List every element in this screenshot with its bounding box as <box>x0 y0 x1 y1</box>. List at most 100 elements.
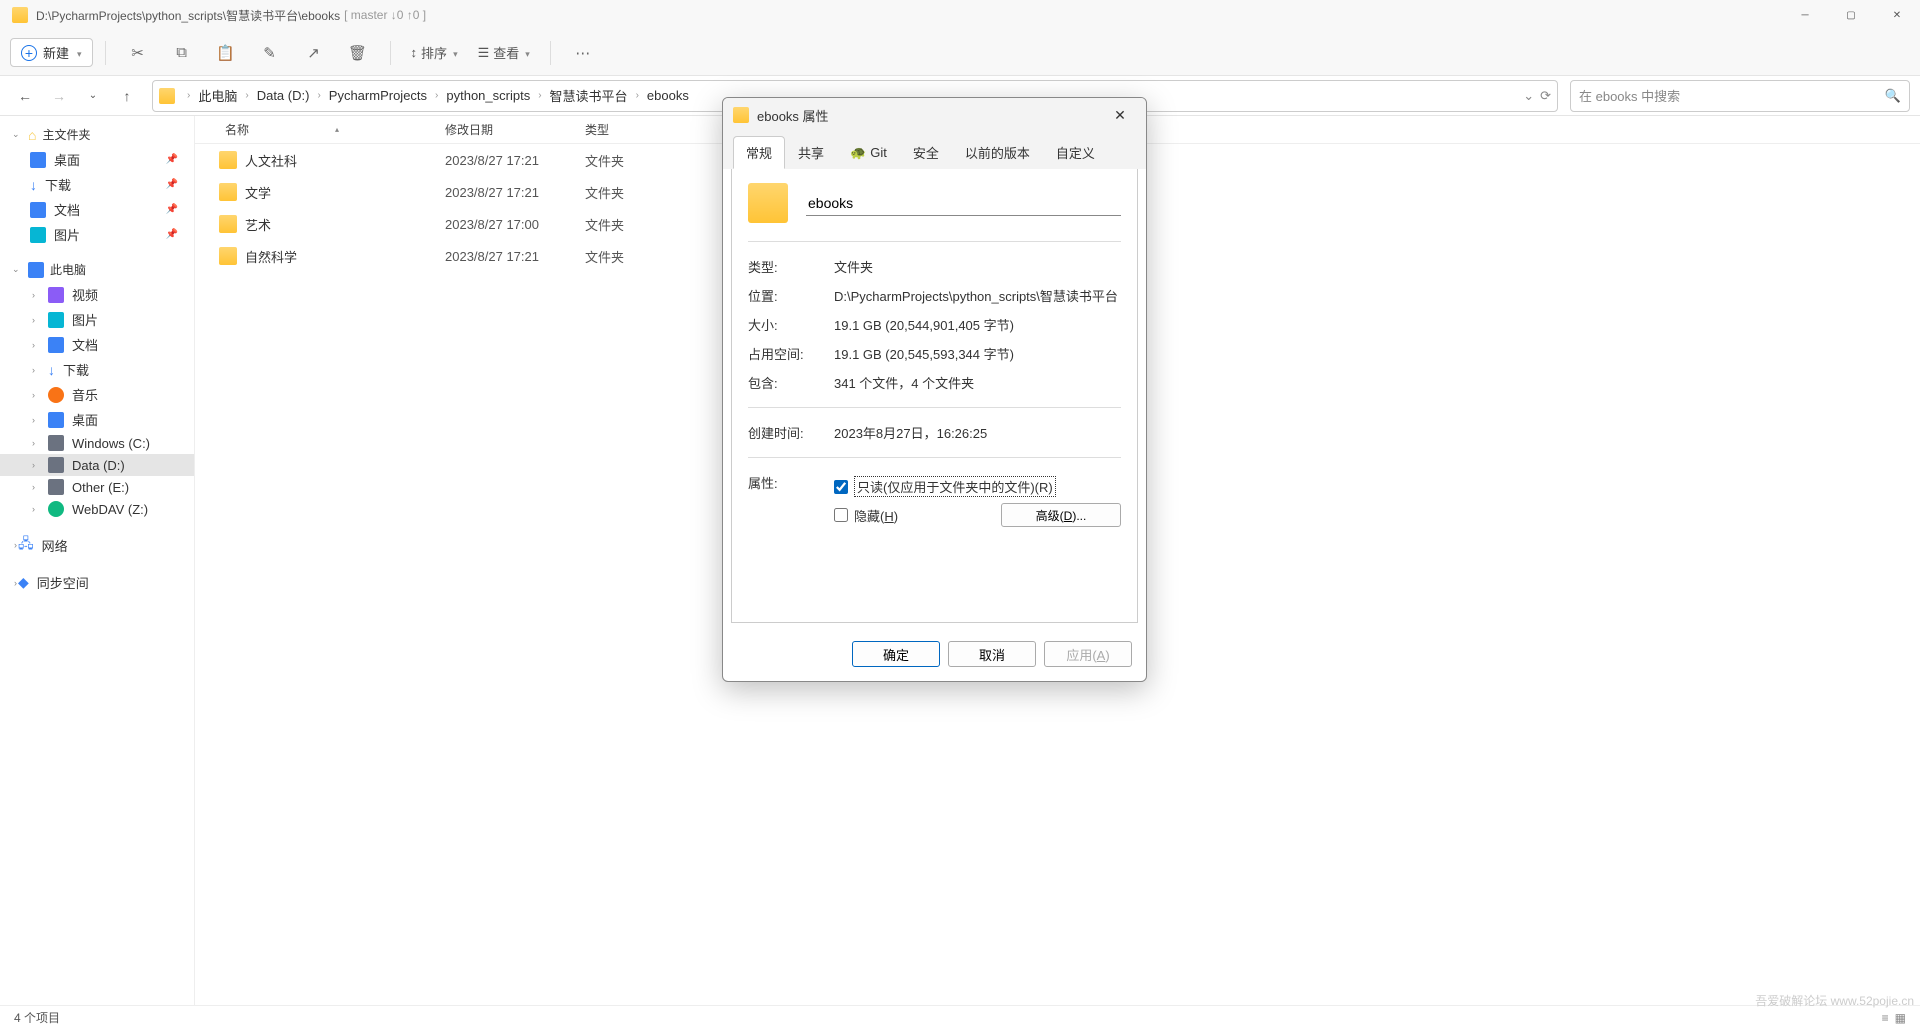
sidebar-desktop2[interactable]: ›桌面 <box>0 407 194 432</box>
webdav-icon <box>48 501 64 517</box>
crumb[interactable]: 智慧读书平台 <box>546 84 632 107</box>
delete-icon[interactable]: 🗑 <box>338 37 378 69</box>
crumb[interactable]: Data (D:) <box>253 86 314 105</box>
dropdown-icon[interactable]: ⌄ <box>1523 88 1534 104</box>
desktop-icon <box>48 412 64 428</box>
sidebar-drive-e[interactable]: ›Other (E:) <box>0 476 194 498</box>
forward-button[interactable]: → <box>44 81 74 111</box>
sidebar-drive-d[interactable]: ›Data (D:) <box>0 454 194 476</box>
cut-icon[interactable]: ✂ <box>118 37 158 69</box>
pictures-icon <box>30 227 46 243</box>
ok-button[interactable]: 确定 <box>852 641 940 667</box>
status-bar: 4 个项目 ≡ ▦ <box>0 1005 1920 1029</box>
git-icon: 🐢 <box>850 145 866 161</box>
sidebar-network[interactable]: ›🖧网络 <box>0 530 194 560</box>
hidden-label: 隐藏(H) <box>854 506 898 525</box>
tab-share[interactable]: 共享 <box>785 136 837 169</box>
folder-icon <box>159 88 175 104</box>
grid-view-icon[interactable]: ▦ <box>1895 1011 1906 1025</box>
crumb[interactable]: 此电脑 <box>194 84 241 107</box>
window-title: D:\PycharmProjects\python_scripts\智慧读书平台… <box>36 7 340 24</box>
folder-name-input[interactable] <box>806 191 1121 216</box>
dialog-titlebar[interactable]: ebooks 属性 ✕ <box>723 98 1146 132</box>
sidebar-pictures2[interactable]: ›图片 <box>0 307 194 332</box>
tab-git[interactable]: 🐢Git <box>837 136 900 169</box>
sidebar-video[interactable]: ›视频 <box>0 282 194 307</box>
crumb[interactable]: ebooks <box>643 86 693 105</box>
prop-created: 2023年8月27日，16:26:25 <box>834 423 1121 442</box>
dialog-close-button[interactable]: ✕ <box>1104 98 1136 132</box>
close-button[interactable]: ✕ <box>1874 0 1920 30</box>
pin-icon: 📌 <box>166 229 182 240</box>
disk-icon <box>48 435 64 451</box>
share-icon[interactable]: ↗ <box>294 37 334 69</box>
file-type: 文件夹 <box>585 215 685 234</box>
crumb[interactable]: PycharmProjects <box>325 86 431 105</box>
advanced-button[interactable]: 高级(D)... <box>1001 503 1121 527</box>
sidebar-music[interactable]: ›音乐 <box>0 382 194 407</box>
properties-dialog: ebooks 属性 ✕ 常规 共享 🐢Git 安全 以前的版本 自定义 类型:文… <box>722 97 1147 682</box>
rename-icon[interactable]: ✎ <box>250 37 290 69</box>
up-button[interactable]: ↑ <box>112 81 142 111</box>
disk-icon <box>48 457 64 473</box>
folder-icon <box>12 7 28 23</box>
new-label: 新建 <box>43 43 69 62</box>
folder-icon <box>733 107 749 123</box>
sidebar-documents2[interactable]: ›文档 <box>0 332 194 357</box>
prop-location: D:\PycharmProjects\python_scripts\智慧读书平台 <box>834 286 1121 305</box>
search-input[interactable]: 在 ebooks 中搜索 🔍 <box>1570 80 1910 112</box>
recent-button[interactable]: ⌄ <box>78 81 108 111</box>
chevron-down-icon <box>451 45 458 60</box>
sidebar-drive-c[interactable]: ›Windows (C:) <box>0 432 194 454</box>
sidebar-downloads[interactable]: ↓下载📌 <box>0 172 194 197</box>
hidden-checkbox[interactable] <box>834 508 848 522</box>
tab-custom[interactable]: 自定义 <box>1043 136 1108 169</box>
file-name: 文学 <box>245 183 271 202</box>
readonly-checkbox[interactable] <box>834 480 848 494</box>
more-icon[interactable]: ⋯ <box>563 37 603 69</box>
file-name: 艺术 <box>245 215 271 234</box>
sidebar-webdav[interactable]: ›WebDAV (Z:) <box>0 498 194 520</box>
apply-button[interactable]: 应用(A) <box>1044 641 1132 667</box>
dialog-title: ebooks 属性 <box>757 106 829 125</box>
tab-security[interactable]: 安全 <box>900 136 952 169</box>
details-view-icon[interactable]: ≡ <box>1882 1011 1889 1025</box>
maximize-button[interactable]: ▢ <box>1828 0 1874 30</box>
file-type: 文件夹 <box>585 151 685 170</box>
sidebar-desktop[interactable]: 桌面📌 <box>0 147 194 172</box>
disk-icon <box>48 479 64 495</box>
back-button[interactable]: ← <box>10 81 40 111</box>
sidebar-downloads2[interactable]: ›↓下载 <box>0 357 194 382</box>
sidebar-sync[interactable]: ›◆同步空间 <box>0 570 194 595</box>
sidebar-documents[interactable]: 文档📌 <box>0 197 194 222</box>
item-count: 4 个项目 <box>14 1009 60 1026</box>
dialog-buttons: 确定 取消 应用(A) <box>723 631 1146 681</box>
new-button[interactable]: + 新建 <box>10 38 93 67</box>
cancel-button[interactable]: 取消 <box>948 641 1036 667</box>
file-type: 文件夹 <box>585 247 685 266</box>
video-icon <box>48 287 64 303</box>
folder-icon <box>219 247 237 265</box>
file-date: 2023/8/27 17:00 <box>445 217 585 232</box>
sort-button[interactable]: ↕ 排序 <box>403 39 466 66</box>
prop-type: 文件夹 <box>834 257 1121 276</box>
sidebar: ⌄⌂主文件夹 桌面📌 ↓下载📌 文档📌 图片📌 ⌄此电脑 ›视频 ›图片 ›文档… <box>0 116 195 1005</box>
crumb[interactable]: python_scripts <box>442 86 534 105</box>
copy-icon[interactable]: ⧉ <box>162 37 202 69</box>
window-titlebar: D:\PycharmProjects\python_scripts\智慧读书平台… <box>0 0 1920 30</box>
minimize-button[interactable]: ─ <box>1782 0 1828 30</box>
pin-icon: 📌 <box>166 179 182 190</box>
tab-general[interactable]: 常规 <box>733 136 785 169</box>
view-button[interactable]: ☰ 查看 <box>470 39 538 66</box>
tab-previous[interactable]: 以前的版本 <box>952 136 1043 169</box>
file-name: 人文社科 <box>245 151 297 170</box>
refresh-icon[interactable]: ⟳ <box>1540 88 1551 104</box>
prop-size: 19.1 GB (20,544,901,405 字节) <box>834 315 1121 334</box>
sort-indicator: ▴ <box>335 125 339 134</box>
prop-ondisk: 19.1 GB (20,545,593,344 字节) <box>834 344 1121 363</box>
dialog-tabs: 常规 共享 🐢Git 安全 以前的版本 自定义 <box>723 132 1146 169</box>
paste-icon[interactable]: 📋 <box>206 37 246 69</box>
sidebar-pictures[interactable]: 图片📌 <box>0 222 194 247</box>
sidebar-thispc[interactable]: ⌄此电脑 <box>0 257 194 282</box>
sidebar-home[interactable]: ⌄⌂主文件夹 <box>0 122 194 147</box>
